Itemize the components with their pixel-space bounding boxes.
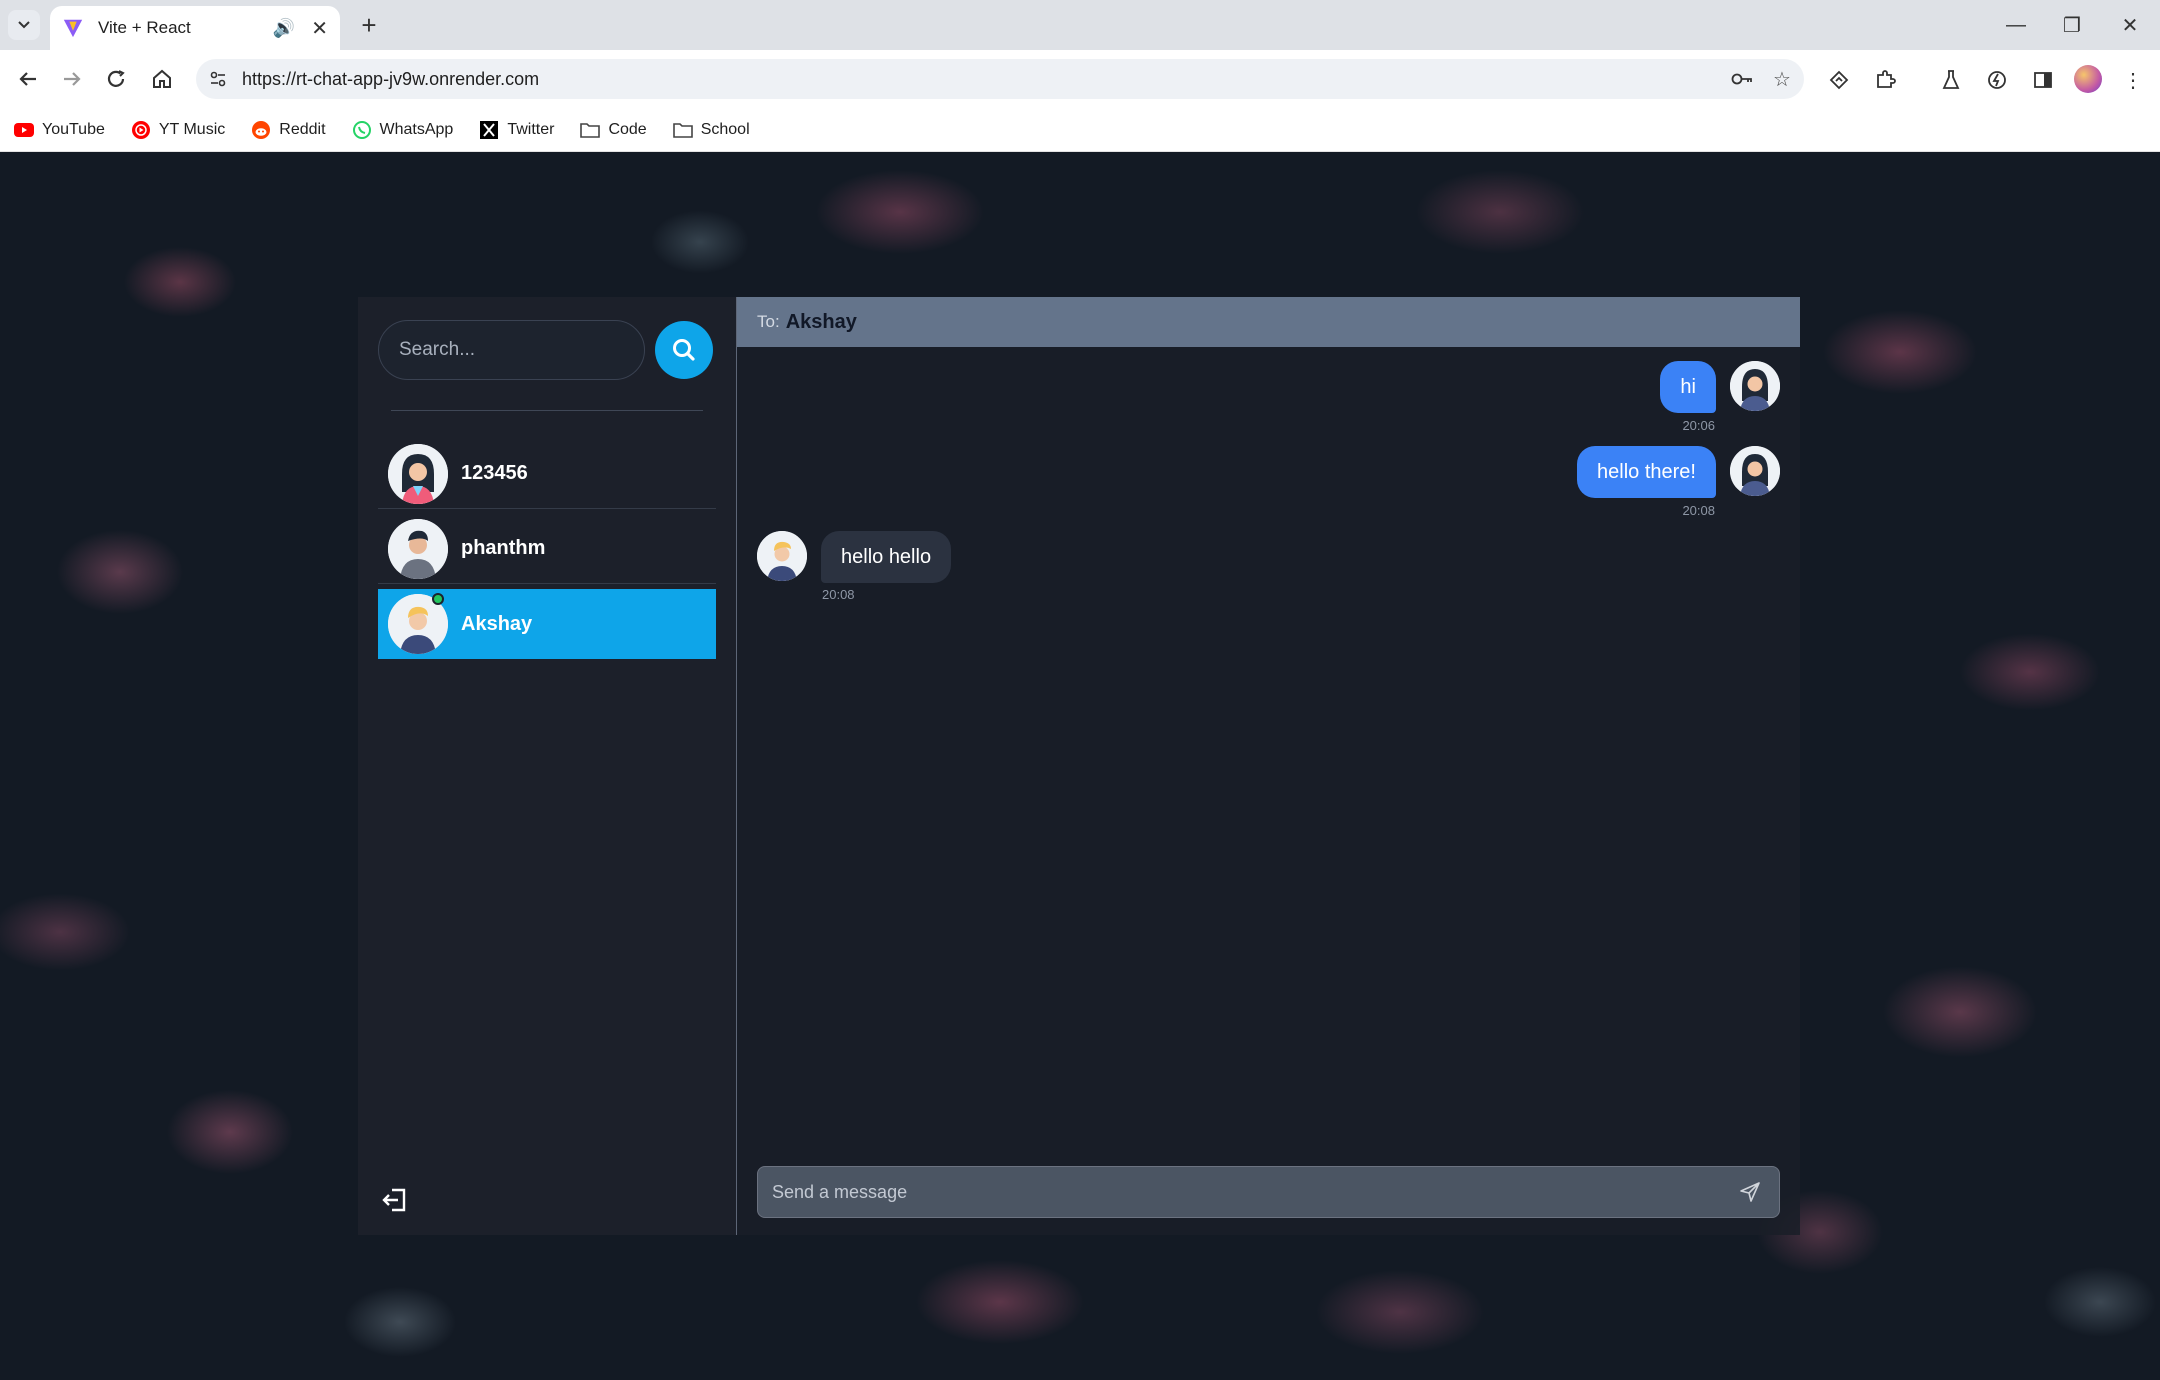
message-bubble: hello hello <box>821 531 952 583</box>
divider <box>391 410 703 411</box>
chevron-down-icon <box>18 21 30 29</box>
conversation-item[interactable]: phanthm <box>378 514 716 584</box>
side-panel-icon[interactable] <box>2026 63 2060 97</box>
site-info-icon[interactable] <box>200 63 236 95</box>
bookmark-label: WhatsApp <box>379 120 454 138</box>
conversation-name: Akshay <box>461 612 533 635</box>
forward-button[interactable] <box>54 61 90 97</box>
profile-avatar[interactable] <box>2074 65 2102 93</box>
message-sent: hello there! <box>1577 446 1780 498</box>
youtube-icon <box>14 120 34 140</box>
bookmark-label: YouTube <box>42 120 105 138</box>
search-button[interactable] <box>655 321 713 379</box>
reload-button[interactable] <box>98 61 134 97</box>
avatar <box>1730 446 1780 496</box>
bookmark-star-icon[interactable]: ☆ <box>1764 61 1800 97</box>
bookmarks-bar: YouTube YT Music Reddit WhatsApp Twitter… <box>0 108 2160 152</box>
message-timestamp: 20:08 <box>1682 503 1715 518</box>
search-input[interactable] <box>378 320 645 380</box>
window-close-button[interactable]: ✕ <box>2110 10 2150 40</box>
close-icon[interactable]: ✕ <box>311 16 328 41</box>
bookmark-folder-code[interactable]: Code <box>580 120 647 140</box>
browser-tab-active[interactable]: Vite + React 🔊 ✕ <box>50 6 340 50</box>
avatar <box>1730 361 1780 411</box>
translate-icon[interactable] <box>1822 63 1856 97</box>
message-sent: hi <box>1660 361 1780 413</box>
bookmark-folder-school[interactable]: School <box>672 120 750 140</box>
bookmark-whatsapp[interactable]: WhatsApp <box>352 120 454 140</box>
avatar <box>388 443 448 504</box>
bookmark-label: School <box>700 120 750 138</box>
chat-header: To: Akshay <box>737 297 1800 347</box>
performance-icon[interactable] <box>1980 63 2014 97</box>
sidebar: 123456 phanthm Akshay <box>358 297 737 1235</box>
new-tab-button[interactable]: + <box>354 10 384 40</box>
message-timestamp: 20:06 <box>1682 418 1715 433</box>
message-composer <box>757 1166 1780 1218</box>
bookmark-label: Code <box>608 120 647 138</box>
chat-app: 123456 phanthm Akshay To: <box>358 297 1800 1235</box>
send-icon <box>1740 1182 1760 1202</box>
labs-flask-icon[interactable] <box>1934 63 1968 97</box>
tab-title: Vite + React <box>98 18 191 37</box>
reload-icon <box>107 70 125 87</box>
tab-search-button[interactable] <box>8 10 40 40</box>
bookmark-label: YT Music <box>158 120 226 138</box>
whatsapp-icon <box>352 120 372 140</box>
folder-icon <box>672 120 693 140</box>
reddit-icon <box>251 120 271 140</box>
bookmark-twitter[interactable]: Twitter <box>479 120 554 140</box>
logout-icon <box>382 1188 406 1212</box>
chat-panel: To: Akshay hi 20:06 hello there! 20:08 h… <box>737 297 1800 1235</box>
password-key-icon[interactable] <box>1724 61 1760 97</box>
recipient-label: To: <box>757 312 780 331</box>
conversation-name: 123456 <box>461 462 528 484</box>
page-background: 123456 phanthm Akshay To: <box>0 152 2160 1380</box>
x-twitter-icon <box>479 120 499 140</box>
home-button[interactable] <box>144 61 180 97</box>
message-list: hi 20:06 hello there! 20:08 hello hello … <box>737 347 1800 1157</box>
restore-button[interactable]: ❐ <box>2052 10 2092 40</box>
conversation-name: phanthm <box>461 537 546 559</box>
message-input[interactable] <box>772 1181 1735 1203</box>
message-received: hello hello <box>757 531 952 583</box>
search-form <box>378 320 716 380</box>
extensions-icon[interactable] <box>1868 63 1902 97</box>
speaker-icon[interactable]: 🔊 <box>273 18 295 39</box>
yt-music-icon <box>131 120 151 140</box>
bookmark-reddit[interactable]: Reddit <box>251 120 326 140</box>
search-icon <box>673 339 695 361</box>
arrow-left-icon <box>19 72 36 86</box>
bookmark-yt-music[interactable]: YT Music <box>131 120 225 140</box>
message-bubble: hello there! <box>1577 446 1716 498</box>
online-status-indicator <box>432 593 444 605</box>
address-bar[interactable]: https://rt-chat-app-jv9w.onrender.com ☆ <box>196 59 1804 99</box>
message-bubble: hi <box>1660 361 1716 413</box>
kebab-menu-icon[interactable]: ⋮ <box>2116 63 2150 97</box>
home-icon <box>153 69 171 88</box>
message-timestamp: 20:08 <box>822 587 855 602</box>
back-button[interactable] <box>10 61 46 97</box>
bookmark-youtube[interactable]: YouTube <box>14 120 105 140</box>
browser-toolbar: https://rt-chat-app-jv9w.onrender.com ☆ … <box>0 50 2160 108</box>
send-button[interactable] <box>1735 1177 1765 1207</box>
url-text[interactable]: https://rt-chat-app-jv9w.onrender.com <box>242 69 1724 90</box>
bookmark-label: Twitter <box>507 120 555 138</box>
avatar <box>388 518 448 579</box>
conversation-item-selected[interactable]: Akshay <box>378 589 716 659</box>
folder-icon <box>580 120 601 140</box>
conversation-item[interactable]: 123456 <box>378 439 716 509</box>
minimize-button[interactable]: — <box>1996 10 2036 40</box>
avatar <box>757 531 807 581</box>
bookmark-label: Reddit <box>279 120 326 138</box>
arrow-right-icon <box>64 72 81 86</box>
recipient-name: Akshay <box>785 310 857 333</box>
vite-icon <box>63 19 83 38</box>
logout-button[interactable] <box>380 1185 410 1215</box>
browser-tab-strip: Vite + React 🔊 ✕ + — ❐ ✕ <box>0 0 2160 50</box>
